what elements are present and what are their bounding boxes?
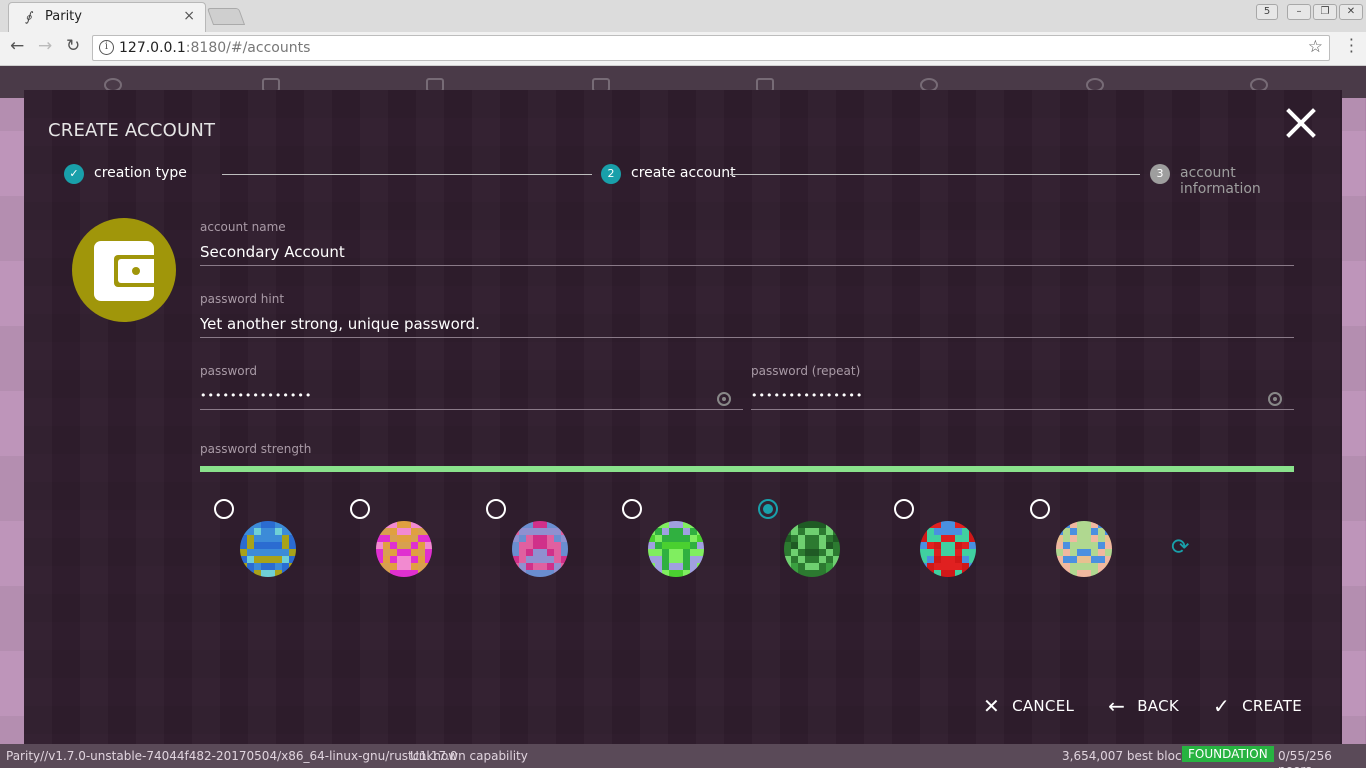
account-name-label: account name (200, 220, 286, 234)
create-button[interactable]: ✓ CREATE (1213, 694, 1302, 718)
peers-text: 0/55/256 peers (1278, 749, 1332, 768)
password-repeat-label: password (repeat) (751, 364, 861, 378)
cancel-label: CANCEL (1012, 697, 1075, 715)
password-label: password (200, 364, 257, 378)
identicon-avatar[interactable] (1056, 521, 1112, 577)
password-repeat-input[interactable] (751, 382, 1294, 410)
version-text: Parity//v1.7.0-unstable-74044f482-201705… (6, 749, 458, 763)
step-connector (730, 174, 1140, 175)
password-input[interactable] (200, 382, 743, 410)
step-2-number: 2 (601, 164, 621, 184)
identicon-radio[interactable] (214, 499, 234, 519)
identicon-radio[interactable] (622, 499, 642, 519)
password-strength-bar (200, 466, 1294, 472)
password-hint-field: password hint (200, 292, 1294, 340)
wallet-icon (94, 241, 154, 301)
show-password-repeat-icon[interactable] (1268, 392, 1282, 406)
tab-close-icon[interactable]: × (183, 8, 195, 24)
show-password-icon[interactable] (717, 392, 731, 406)
account-name-input[interactable] (200, 238, 1294, 266)
step-connector (222, 174, 592, 175)
window-close-button[interactable]: ✕ (1339, 4, 1363, 20)
password-strength-label: password strength (200, 442, 312, 456)
maximize-button[interactable]: ❐ (1313, 4, 1337, 20)
identicon-radio[interactable] (1030, 499, 1050, 519)
identicon-avatar[interactable] (376, 521, 432, 577)
identicon-radio[interactable] (894, 499, 914, 519)
capability-text: Unknown capability (410, 749, 528, 763)
step-2-label: create account (631, 165, 736, 181)
browser-tab[interactable]: ∮ Parity × (8, 2, 206, 32)
modal-title: CREATE ACCOUNT (48, 120, 216, 141)
identicon-avatar[interactable] (240, 521, 296, 577)
back-label: BACK (1137, 697, 1180, 715)
identicon-radio[interactable] (486, 499, 506, 519)
password-field: password (200, 364, 743, 412)
browser-toolbar: ← → ↻ i 127.0.0.1:8180/#/accounts ☆ · · · (0, 32, 1366, 66)
account-name-field: account name (200, 220, 1294, 268)
extension-icon[interactable]: 5 (1256, 4, 1278, 20)
reload-icon[interactable]: ↻ (66, 36, 80, 56)
cancel-button[interactable]: ✕ CANCEL (983, 694, 1074, 718)
create-account-modal: CREATE ACCOUNT ✓ creation type 2 create … (24, 90, 1342, 744)
best-block-text: 3,654,007 best block (1062, 749, 1189, 763)
tab-title: Parity (45, 9, 82, 24)
browser-menu-icon[interactable]: · · · (1349, 32, 1354, 60)
modal-actions: ✕ CANCEL ← BACK ✓ CREATE (983, 694, 1302, 718)
identicon-avatar[interactable] (512, 521, 568, 577)
status-bar: Parity//v1.7.0-unstable-74044f482-201705… (0, 744, 1366, 768)
check-icon: ✓ (1213, 694, 1231, 718)
identicon-radio[interactable] (758, 499, 778, 519)
step-3-number: 3 (1150, 164, 1170, 184)
identicon-avatar[interactable] (784, 521, 840, 577)
parity-icon: ∮ (25, 10, 32, 25)
identicon-avatar[interactable] (920, 521, 976, 577)
password-hint-input[interactable] (200, 310, 1294, 338)
url-text: 127.0.0.1:8180/#/accounts (119, 40, 311, 56)
back-button[interactable]: ← BACK (1108, 694, 1179, 718)
forward-arrow-icon[interactable]: → (38, 36, 52, 56)
new-tab-button[interactable] (206, 8, 246, 25)
password-repeat-field: password (repeat) (751, 364, 1294, 412)
star-icon[interactable]: ☆ (1308, 37, 1323, 57)
minimize-button[interactable]: – (1287, 4, 1311, 20)
close-icon[interactable] (1284, 106, 1318, 140)
account-avatar (72, 218, 176, 322)
back-arrow-icon: ← (1108, 694, 1126, 718)
browser-tabstrip: ∮ Parity × 5 – ❐ ✕ (0, 0, 1366, 32)
info-icon[interactable]: i (99, 40, 114, 55)
address-bar[interactable]: i 127.0.0.1:8180/#/accounts ☆ (92, 35, 1330, 61)
password-hint-label: password hint (200, 292, 285, 306)
stepper: ✓ creation type 2 create account 3 accou… (64, 164, 1304, 197)
back-arrow-icon[interactable]: ← (10, 36, 24, 56)
step-1-label: creation type (94, 165, 187, 181)
step-3-label: account information (1180, 165, 1261, 197)
step-1-check-icon: ✓ (64, 164, 84, 184)
create-label: CREATE (1242, 697, 1302, 715)
close-x-icon: ✕ (983, 694, 1001, 718)
identicon-avatar[interactable] (648, 521, 704, 577)
identicon-radio[interactable] (350, 499, 370, 519)
refresh-icon[interactable]: ⟳ (1171, 535, 1189, 560)
chain-badge: FOUNDATION (1182, 746, 1274, 762)
